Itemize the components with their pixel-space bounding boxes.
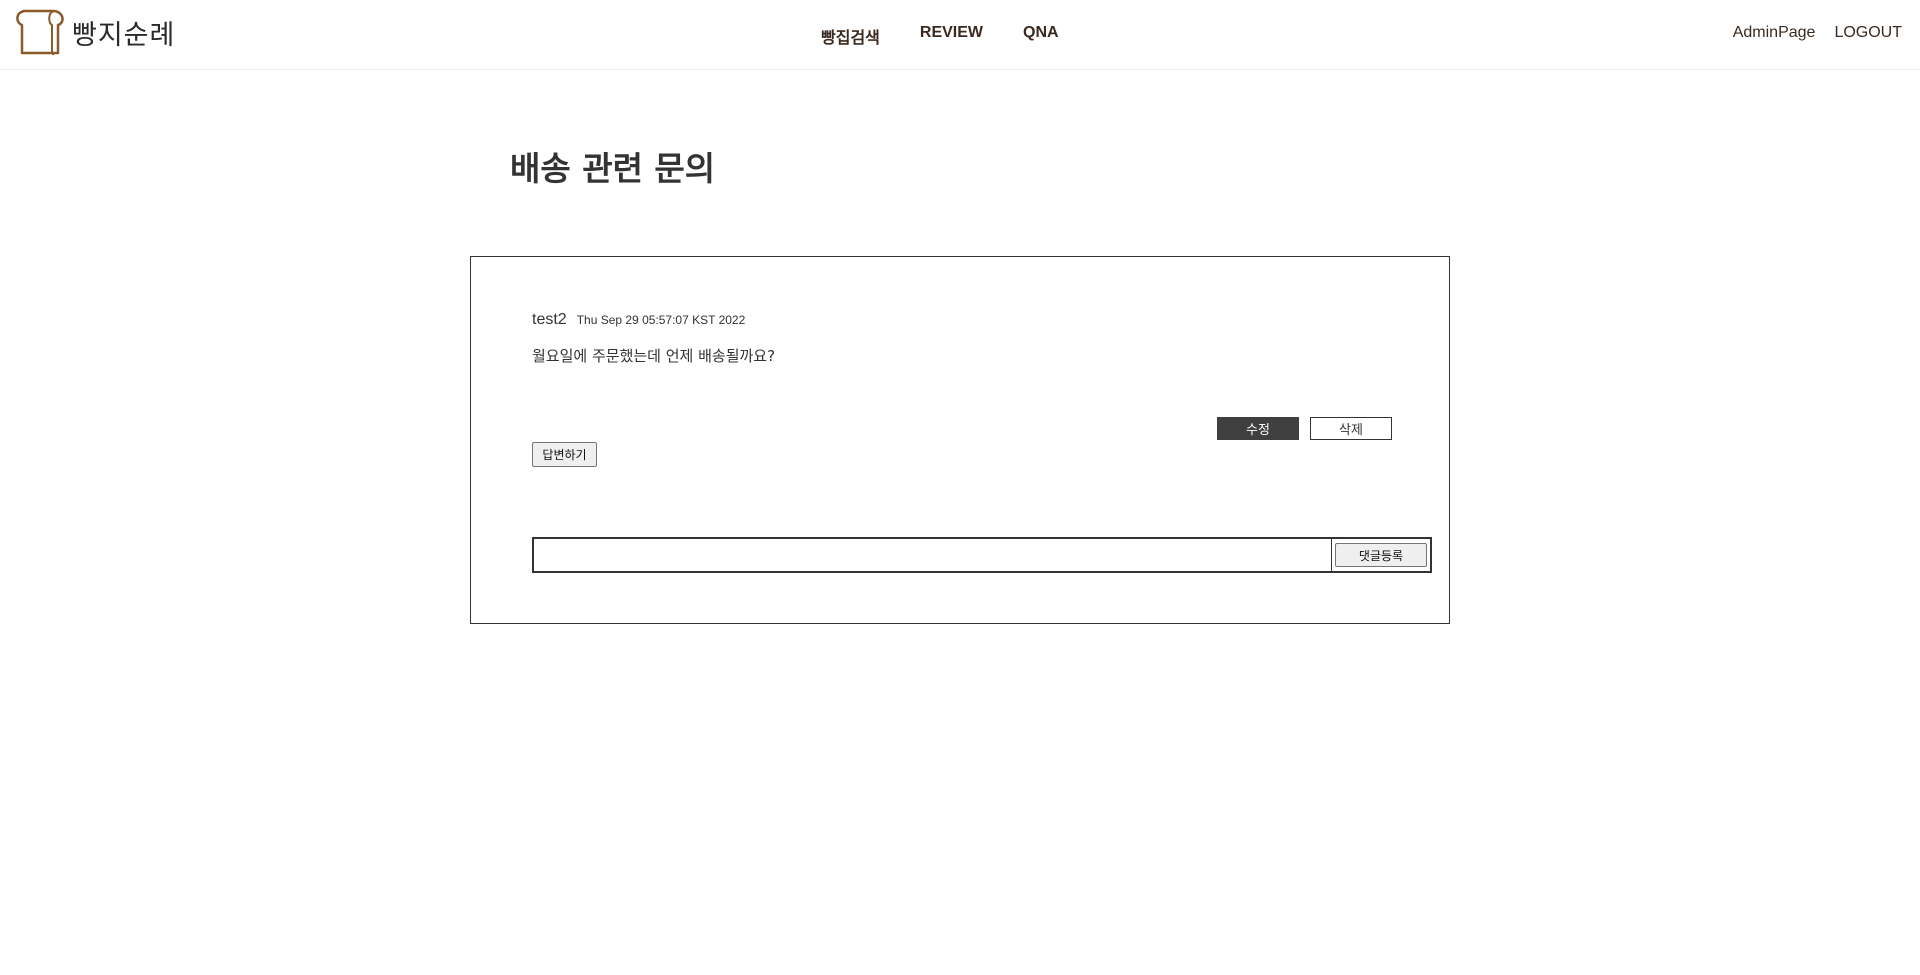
edit-button[interactable]: 수정 bbox=[1217, 417, 1299, 440]
logo[interactable]: 빵지순례 bbox=[14, 9, 175, 55]
comment-input[interactable] bbox=[534, 539, 1332, 571]
delete-button[interactable]: 삭제 bbox=[1310, 417, 1392, 440]
page-title: 배송 관련 문의 bbox=[510, 149, 716, 188]
logout-link[interactable]: LOGOUT bbox=[1834, 24, 1902, 42]
comment-submit-wrap: 댓글등록 bbox=[1332, 539, 1430, 571]
post-author: test2 bbox=[532, 311, 567, 328]
comment-submit-button[interactable]: 댓글등록 bbox=[1335, 543, 1427, 567]
reply-button[interactable]: 답변하기 bbox=[532, 442, 597, 467]
nav-review[interactable]: REVIEW bbox=[920, 24, 983, 48]
post-content: 월요일에 주문했는데 언제 배송될까요? bbox=[532, 347, 776, 365]
nav-bakery-search[interactable]: 빵집검색 bbox=[821, 24, 880, 48]
admin-page-link[interactable]: AdminPage bbox=[1733, 24, 1816, 42]
nav-qna[interactable]: QNA bbox=[1023, 24, 1059, 48]
qna-post-card: test2 Thu Sep 29 05:57:07 KST 2022 월요일에 … bbox=[470, 256, 1450, 624]
user-nav: AdminPage LOGOUT bbox=[1733, 24, 1902, 42]
post-date: Thu Sep 29 05:57:07 KST 2022 bbox=[576, 313, 746, 327]
bread-logo-icon bbox=[14, 9, 66, 55]
top-header: 빵지순례 빵집검색 REVIEW QNA AdminPage LOGOUT bbox=[0, 0, 1920, 70]
main-nav: 빵집검색 REVIEW QNA bbox=[821, 24, 1059, 48]
logo-text: 빵지순례 bbox=[72, 19, 176, 51]
comment-form: 댓글등록 bbox=[532, 537, 1432, 573]
post-meta: test2 Thu Sep 29 05:57:07 KST 2022 bbox=[532, 311, 745, 329]
